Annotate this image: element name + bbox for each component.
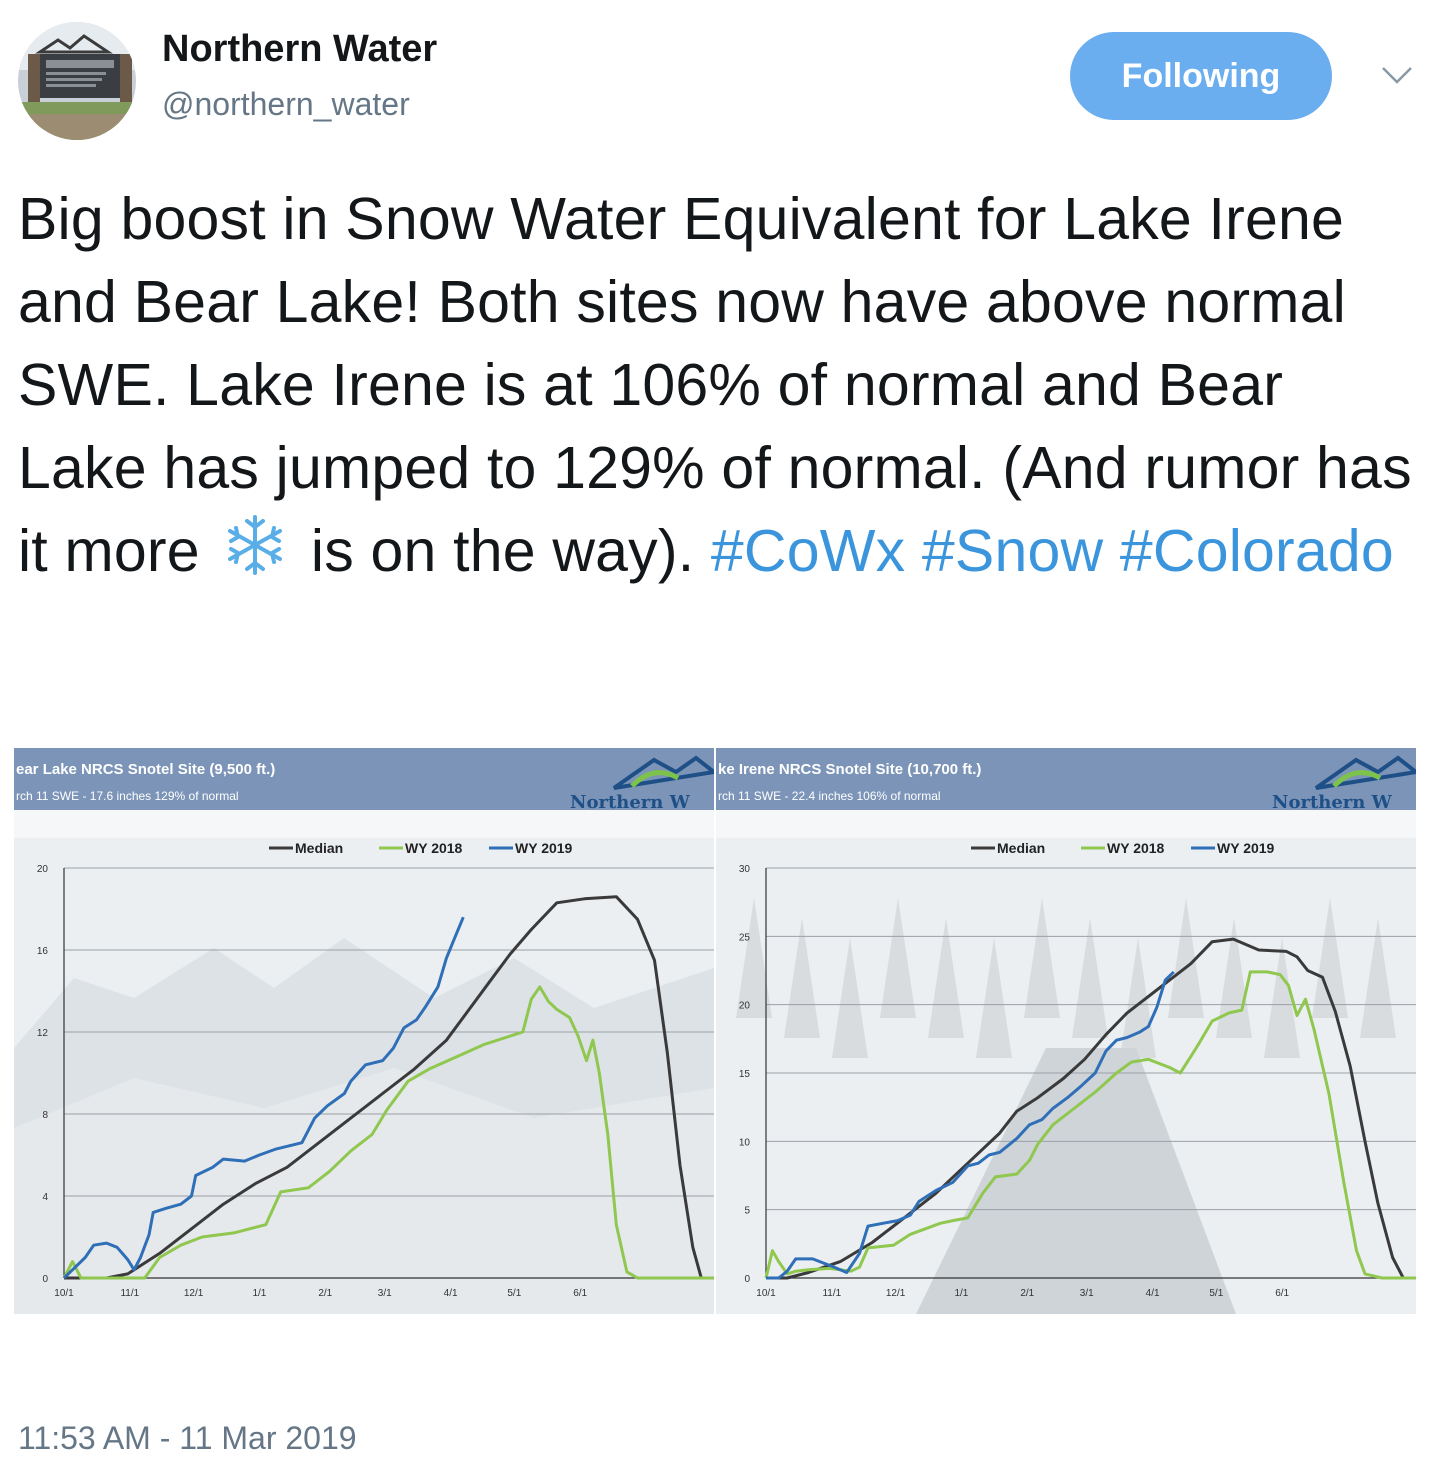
y-tick-label: 8 — [42, 1110, 48, 1121]
bear-lake-chart-image[interactable]: ear Lake NRCS Snotel Site (9,500 ft.) rch… — [14, 748, 714, 1314]
x-tick-label: 3/1 — [1080, 1288, 1094, 1299]
y-tick-label: 4 — [42, 1192, 48, 1203]
x-tick-label: 11/1 — [120, 1288, 139, 1299]
chart-logo-text: Northern W — [1272, 792, 1393, 813]
x-tick-label: 4/1 — [444, 1288, 458, 1299]
hashtag-snow[interactable]: #Snow — [922, 518, 1103, 584]
y-tick-label: 0 — [42, 1274, 48, 1285]
chart-title: ear Lake NRCS Snotel Site (9,500 ft.) — [16, 761, 275, 778]
chart-subtitle: rch 11 SWE - 22.4 inches 106% of normal — [718, 789, 941, 803]
tweet-timestamp[interactable]: 11:53 AM - 11 Mar 2019 — [18, 1420, 357, 1457]
x-tick-label: 11/1 — [822, 1288, 841, 1299]
x-tick-label: 4/1 — [1146, 1288, 1160, 1299]
tweet-text: Big boost in Snow Water Equivalent for L… — [18, 178, 1418, 593]
hashtag-cowx[interactable]: #CoWx — [711, 518, 905, 584]
legend-label: WY 2018 — [405, 840, 463, 856]
tweet-media[interactable]: ear Lake NRCS Snotel Site (9,500 ft.) rch… — [14, 748, 1416, 1314]
tweet-text-part-2: is on the way). — [294, 518, 711, 584]
x-tick-label: 3/1 — [378, 1288, 392, 1299]
following-button[interactable]: Following — [1070, 32, 1332, 120]
chart-subtitle: rch 11 SWE - 17.6 inches 129% of normal — [16, 789, 239, 803]
lake-irene-chart-image[interactable]: ke Irene NRCS Snotel Site (10,700 ft.) rc… — [716, 748, 1416, 1314]
lake-irene-swe-chart: ke Irene NRCS Snotel Site (10,700 ft.) rc… — [716, 748, 1416, 1314]
legend-label: WY 2018 — [1107, 840, 1165, 856]
x-tick-label: 6/1 — [1275, 1288, 1289, 1299]
chart-title: ke Irene NRCS Snotel Site (10,700 ft.) — [718, 761, 981, 778]
x-tick-label: 5/1 — [507, 1288, 521, 1299]
northern-water-sign-avatar — [18, 22, 136, 140]
chevron-down-icon[interactable] — [1380, 64, 1414, 86]
x-tick-label: 6/1 — [573, 1288, 587, 1299]
x-tick-label: 2/1 — [318, 1288, 332, 1299]
x-tick-label: 1/1 — [954, 1288, 968, 1299]
y-tick-label: 10 — [739, 1137, 751, 1148]
snowflake-icon — [228, 515, 283, 575]
y-tick-label: 12 — [37, 1028, 49, 1039]
y-tick-label: 30 — [739, 864, 751, 875]
x-tick-label: 10/1 — [756, 1288, 776, 1299]
x-tick-label: 12/1 — [886, 1288, 906, 1299]
legend-label: Median — [997, 840, 1045, 856]
y-tick-label: 16 — [37, 946, 49, 957]
legend-label: WY 2019 — [515, 840, 573, 856]
x-tick-label: 5/1 — [1209, 1288, 1223, 1299]
y-tick-label: 20 — [37, 864, 49, 875]
y-tick-label: 25 — [739, 932, 751, 943]
y-tick-label: 20 — [739, 1001, 751, 1012]
y-tick-label: 15 — [739, 1069, 751, 1080]
chart-logo-text: Northern W — [570, 792, 691, 813]
avatar[interactable] — [18, 22, 136, 140]
x-tick-label: 10/1 — [54, 1288, 74, 1299]
author-name[interactable]: Northern Water — [162, 28, 437, 71]
x-tick-label: 2/1 — [1020, 1288, 1034, 1299]
y-tick-label: 5 — [744, 1206, 750, 1217]
legend-label: Median — [295, 840, 343, 856]
x-tick-label: 1/1 — [252, 1288, 266, 1299]
y-tick-label: 0 — [744, 1274, 750, 1285]
x-tick-label: 12/1 — [184, 1288, 204, 1299]
hashtag-colorado[interactable]: #Colorado — [1120, 518, 1394, 584]
author-handle[interactable]: @northern_water — [162, 86, 410, 123]
legend-label: WY 2019 — [1217, 840, 1275, 856]
bear-lake-swe-chart: ear Lake NRCS Snotel Site (9,500 ft.) rch… — [14, 748, 714, 1314]
